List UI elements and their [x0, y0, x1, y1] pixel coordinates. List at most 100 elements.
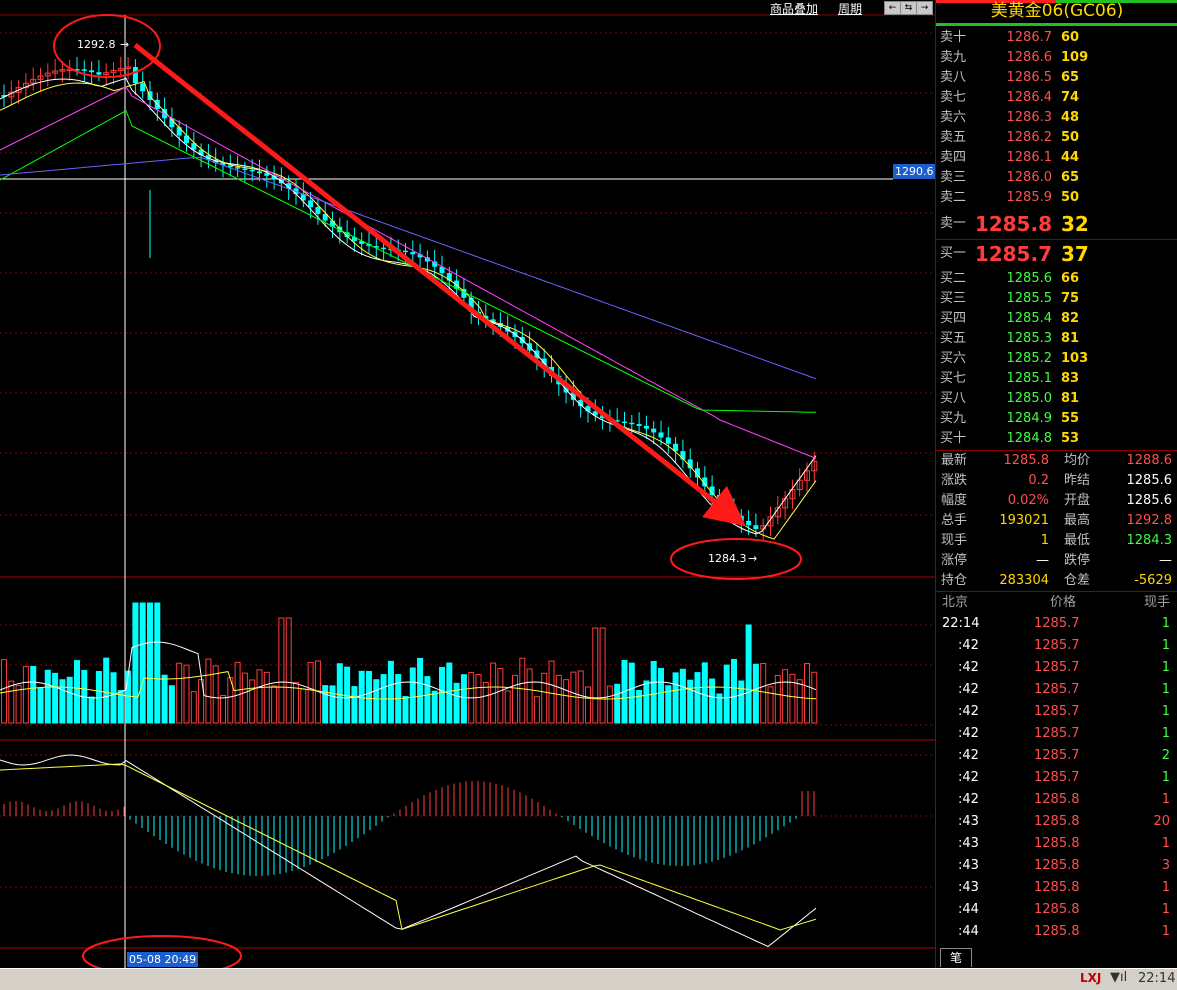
- quote-row: 总手 193021 最高 1292.8: [936, 511, 1177, 531]
- ask-level-label: 卖五: [940, 130, 967, 145]
- volume-bar: [811, 671, 818, 724]
- volume-bar: [88, 696, 95, 724]
- quote-row: 现手 1 最低 1284.3: [936, 531, 1177, 551]
- candle: [103, 63, 110, 86]
- volume-bar: [205, 658, 212, 724]
- candle: [81, 60, 87, 82]
- volume-bar: [796, 679, 803, 724]
- quote-label: 总手: [941, 513, 968, 528]
- volume-bar: [300, 688, 307, 724]
- tick-time: :42: [958, 660, 979, 675]
- volume-bar: [424, 676, 431, 724]
- volume-bar: [606, 685, 613, 724]
- ask-level-row[interactable]: 卖六 1286.3 48: [936, 108, 1177, 128]
- ask-level-row[interactable]: 卖五 1286.2 50: [936, 128, 1177, 148]
- volume-bar: [599, 627, 606, 724]
- bid1-row[interactable]: 买一 1285.7 37: [936, 241, 1177, 267]
- volume-bar: [628, 662, 635, 724]
- bid-level-price: 1285.5: [1006, 291, 1053, 306]
- nav-left-button[interactable]: ←: [884, 1, 901, 15]
- volume-bar: [439, 666, 445, 724]
- ask-level-row[interactable]: 卖八 1286.5 65: [936, 68, 1177, 88]
- bid-level-row[interactable]: 买七 1285.1 83: [936, 369, 1177, 389]
- bid-level-label: 买三: [940, 291, 967, 306]
- moving-average-line: [0, 156, 817, 380]
- price-chart[interactable]: [0, 0, 935, 968]
- candle: [344, 220, 350, 244]
- quote-value: 0.02%: [1007, 493, 1049, 508]
- tick-price: 1285.7: [1034, 660, 1080, 675]
- ask-level-vol: 65: [1061, 70, 1080, 85]
- tick-price: 1285.8: [1034, 814, 1080, 829]
- volume-bar: [110, 672, 117, 724]
- quote-value: 193021: [999, 513, 1049, 528]
- ask-level-row[interactable]: 卖四 1286.1 44: [936, 148, 1177, 168]
- volume-bar: [497, 667, 504, 724]
- candle: [176, 120, 182, 148]
- tick-time: :44: [958, 924, 979, 939]
- candlestick-series: [1, 56, 818, 541]
- quote-label: 涨停: [941, 553, 968, 568]
- bid-level-price: 1285.4: [1006, 311, 1053, 326]
- nav-fit-button[interactable]: ⇆: [900, 1, 917, 15]
- quote-value: 1288.6: [1126, 453, 1173, 468]
- bid-level-row[interactable]: 买二 1285.6 66: [936, 269, 1177, 289]
- bid-level-row[interactable]: 买六 1285.2 103: [936, 349, 1177, 369]
- tab-ticks[interactable]: 笔: [940, 948, 972, 967]
- ask-level-label: 卖三: [940, 170, 967, 185]
- volume-bar: [614, 683, 621, 724]
- tick-row: :42 1285.7 1: [936, 635, 1177, 657]
- candle: [636, 412, 642, 434]
- nav-right-button[interactable]: →: [916, 1, 933, 15]
- ask-level-vol: 50: [1061, 130, 1080, 145]
- clock: 22:14: [1138, 971, 1176, 986]
- quote-label: 幅度: [941, 493, 968, 508]
- volume-bar: [22, 666, 29, 724]
- volume-bar: [161, 674, 168, 724]
- overlay-commodity-link[interactable]: 商品叠加: [770, 0, 818, 17]
- volume-bar: [460, 674, 467, 724]
- ask-level-row[interactable]: 卖十 1286.7 60: [936, 28, 1177, 48]
- bid-level-vol: 83: [1061, 371, 1080, 386]
- tick-row: :42 1285.7 1: [936, 767, 1177, 789]
- volume-bar: [767, 686, 774, 724]
- volume-bar: [373, 679, 380, 724]
- volume-bar: [234, 661, 241, 724]
- ask-level-vol: 60: [1061, 30, 1080, 45]
- ticks-header-vol: 现手: [1143, 595, 1170, 610]
- bid-level-row[interactable]: 买八 1285.0 81: [936, 389, 1177, 409]
- volume-bar: [541, 672, 548, 724]
- quote-value: 0.2: [1028, 473, 1049, 488]
- quote-label: 涨跌: [941, 473, 968, 488]
- bid-level-row[interactable]: 买四 1285.4 82: [936, 309, 1177, 329]
- ask-level-row[interactable]: 卖七 1286.4 74: [936, 88, 1177, 108]
- bid-level-row[interactable]: 买九 1284.9 55: [936, 409, 1177, 429]
- ask-level-row[interactable]: 卖九 1286.6 109: [936, 48, 1177, 68]
- bid-level-row[interactable]: 买十 1284.8 53: [936, 429, 1177, 449]
- quote-panel: 美黄金06(GC06) 卖十 1286.7 60 卖九 1286.6 109 卖八 1286.…: [935, 0, 1177, 968]
- ask-level-vol: 48: [1061, 110, 1080, 125]
- volume-bar: [475, 674, 482, 724]
- tick-price: 1285.8: [1034, 792, 1080, 807]
- quote-value: 1292.8: [1126, 513, 1173, 528]
- period-link[interactable]: 周期: [838, 0, 862, 17]
- quote-row: 幅度 0.02% 开盘 1285.6: [936, 491, 1177, 511]
- bid-level-row[interactable]: 买五 1285.3 81: [936, 329, 1177, 349]
- candle: [44, 63, 51, 87]
- volume-bar: [1, 659, 7, 724]
- ask-level-row[interactable]: 卖二 1285.9 50: [936, 188, 1177, 208]
- volume-bar: [789, 673, 796, 724]
- volume-bar: [59, 679, 66, 724]
- bid-level-price: 1285.3: [1006, 331, 1053, 346]
- tick-time: :43: [958, 880, 979, 895]
- quote-value: 1285.6: [1126, 473, 1173, 488]
- volume-bar: [709, 678, 716, 724]
- tick-price: 1285.7: [1034, 726, 1080, 741]
- volume-bar: [168, 685, 175, 724]
- bid-level-row[interactable]: 买三 1285.5 75: [936, 289, 1177, 309]
- tick-price: 1285.8: [1034, 858, 1080, 873]
- volume-bar: [37, 687, 44, 724]
- ask-level-row[interactable]: 卖三 1286.0 65: [936, 168, 1177, 188]
- ask1-row[interactable]: 卖一 1285.8 32: [936, 211, 1177, 237]
- candle: [796, 468, 803, 497]
